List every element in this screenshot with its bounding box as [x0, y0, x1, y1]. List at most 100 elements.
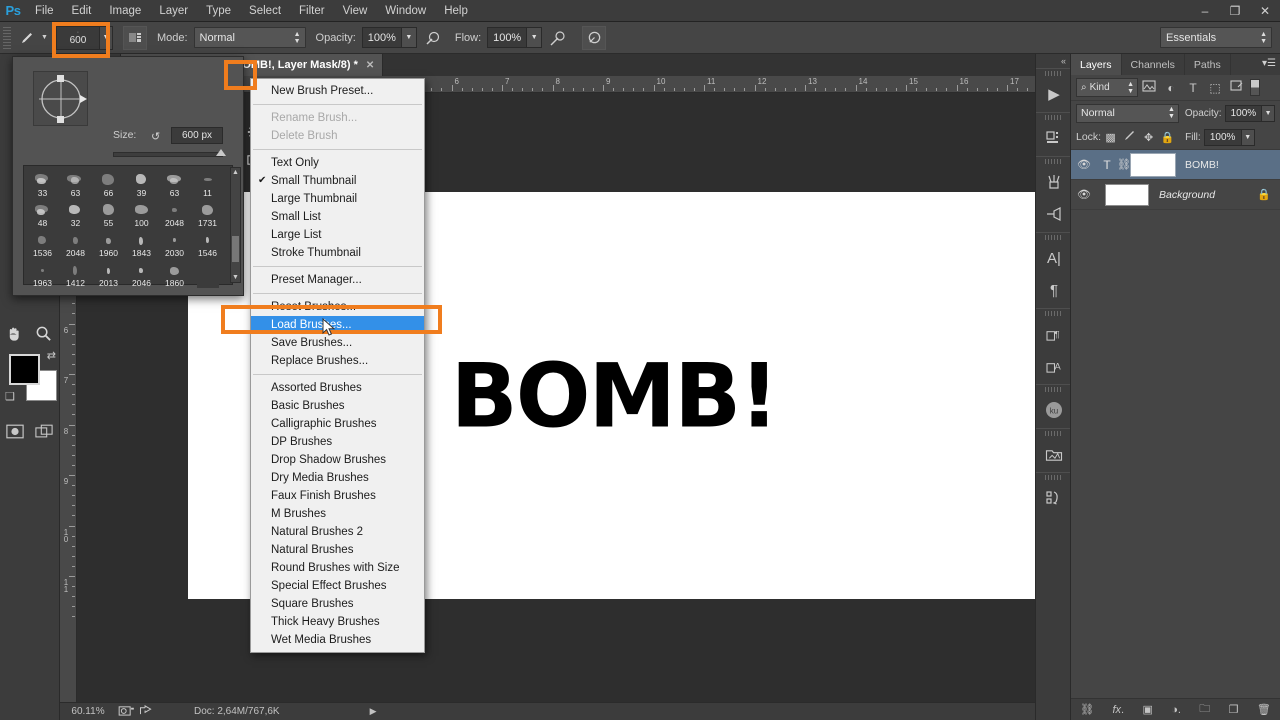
menu-item-small-thumbnail[interactable]: ✔Small Thumbnail — [251, 172, 424, 190]
rail-grip[interactable] — [1045, 387, 1061, 392]
fill-dropdown-icon[interactable]: ▼ — [1242, 129, 1255, 146]
menu-item-new-brush-preset[interactable]: New Brush Preset... — [251, 82, 424, 100]
paragraph-styles-icon[interactable]: A — [1036, 350, 1072, 382]
menu-item-thick-heavy-brushes[interactable]: Thick Heavy Brushes — [251, 613, 424, 631]
status-expand-icon[interactable]: ▶ — [370, 706, 377, 717]
menu-item-text-only[interactable]: Text Only — [251, 154, 424, 172]
layer-name[interactable]: Background — [1159, 189, 1215, 201]
layer-visibility-icon[interactable]: 👁 — [1071, 158, 1097, 171]
adjustment-icon[interactable]: ◑. — [1171, 704, 1181, 716]
brush-preset-cell[interactable]: 39 — [125, 168, 158, 198]
menu-item-large-thumbnail[interactable]: Large Thumbnail — [251, 190, 424, 208]
quick-mask-icon[interactable] — [0, 418, 30, 444]
link-icon[interactable]: ⛓ — [1080, 703, 1094, 716]
brush-size-input[interactable]: 600 px — [171, 127, 223, 144]
flow-dropdown-icon[interactable]: ▼ — [527, 27, 542, 48]
brush-preset-cell[interactable]: 66 — [92, 168, 125, 198]
filter-shape-icon[interactable]: ⬚ — [1204, 81, 1226, 95]
airbrush-toggle-icon[interactable] — [123, 26, 147, 50]
brush-presets-grid[interactable]: 3363663963114832551002048173115362048196… — [23, 165, 233, 285]
menu-item-wet-media-brushes[interactable]: Wet Media Brushes — [251, 631, 424, 649]
menu-item-dp-brushes[interactable]: DP Brushes — [251, 433, 424, 451]
play-icon[interactable]: ▶ — [1036, 78, 1072, 110]
fill-value[interactable]: 100% — [1204, 129, 1242, 146]
close-button[interactable]: ✕ — [1250, 0, 1280, 22]
menu-item-square-brushes[interactable]: Square Brushes — [251, 595, 424, 613]
brush-preset-cell[interactable]: 100 — [125, 198, 158, 228]
brush-preset-cell[interactable]: 1546 — [191, 228, 224, 258]
opacity-dropdown-icon[interactable]: ▼ — [402, 27, 417, 48]
group-icon[interactable]: 🗀 — [1199, 700, 1210, 719]
lock-image-icon[interactable] — [1120, 130, 1139, 145]
tab-paths[interactable]: Paths — [1185, 54, 1231, 75]
brush-preset-cell[interactable]: 55 — [92, 198, 125, 228]
menu-item-assorted-brushes[interactable]: Assorted Brushes — [251, 379, 424, 397]
menu-item-basic-brushes[interactable]: Basic Brushes — [251, 397, 424, 415]
share-icon[interactable] — [136, 705, 156, 719]
brush-preset-cell[interactable]: 2030 — [158, 228, 191, 258]
menu-select[interactable]: Select — [240, 0, 290, 22]
mini-bridge-icon[interactable] — [1036, 438, 1072, 470]
brush-size-preview[interactable]: · 600 — [56, 26, 100, 50]
lock-position-icon[interactable]: ✥ — [1139, 131, 1158, 144]
hand-tool-icon[interactable] — [0, 320, 29, 346]
brush-preset-cell[interactable]: 1860 — [158, 258, 191, 288]
brush-preset-cell[interactable]: 1536 — [26, 228, 59, 258]
brush-tool-icon[interactable] — [14, 27, 40, 49]
menu-image[interactable]: Image — [100, 0, 150, 22]
scroll-up-icon[interactable]: ▲ — [231, 169, 240, 176]
table-row[interactable]: 👁 Background 🔒 — [1071, 180, 1280, 210]
filter-pixel-icon[interactable] — [1138, 80, 1160, 95]
lock-all-icon[interactable]: 🔒 — [1158, 131, 1177, 144]
workspace-selector[interactable]: Essentials ▲▼ — [1160, 27, 1272, 48]
rail-grip[interactable] — [1045, 431, 1061, 436]
flow-value[interactable]: 100% — [487, 27, 527, 48]
menu-item-load-brushes[interactable]: Load Brushes... — [251, 316, 424, 334]
foreground-color-swatch[interactable] — [9, 354, 40, 385]
menu-file[interactable]: File — [26, 0, 63, 22]
menu-item-stroke-thumbnail[interactable]: Stroke Thumbnail — [251, 244, 424, 262]
brush-preset-cell[interactable]: 2046 — [125, 258, 158, 288]
brush-preset-cell[interactable]: 11 — [191, 168, 224, 198]
menu-item-drop-shadow-brushes[interactable]: Drop Shadow Brushes — [251, 451, 424, 469]
table-row[interactable]: 👁 T ⛓ BOMB! — [1071, 150, 1280, 180]
layer-thumbnail[interactable] — [1105, 184, 1149, 206]
menu-item-special-effect-brushes[interactable]: Special Effect Brushes — [251, 577, 424, 595]
menu-view[interactable]: View — [334, 0, 377, 22]
layer-opacity-dropdown-icon[interactable]: ▼ — [1262, 105, 1275, 122]
menu-item-dry-media-brushes[interactable]: Dry Media Brushes — [251, 469, 424, 487]
character-icon[interactable]: A| — [1036, 242, 1072, 274]
brush-preset-caret-icon[interactable]: ▼ — [41, 34, 48, 41]
filter-kind-select[interactable]: ⌕ Kind ▲▼ — [1076, 78, 1138, 97]
timeline-icon[interactable] — [1036, 482, 1072, 514]
menu-item-calligraphic-brushes[interactable]: Calligraphic Brushes — [251, 415, 424, 433]
brush-grid-scrollbar[interactable]: ▲ ▼ — [230, 167, 241, 283]
options-bar-grip[interactable] — [3, 27, 11, 49]
scroll-down-icon[interactable]: ▼ — [231, 274, 240, 281]
brush-preset-cell[interactable]: 63 — [158, 168, 191, 198]
brush-preset-cell[interactable]: 1843 — [125, 228, 158, 258]
layer-mask-thumbnail[interactable] — [1131, 154, 1175, 176]
zoom-level[interactable]: 60.11% — [60, 706, 116, 717]
menu-item-round-brushes-with-size[interactable]: Round Brushes with Size — [251, 559, 424, 577]
brush-preset-cell[interactable]: 32 — [59, 198, 92, 228]
rail-grip[interactable] — [1045, 311, 1061, 316]
minimize-button[interactable]: – — [1190, 0, 1220, 22]
menu-help[interactable]: Help — [435, 0, 477, 22]
brush-preset-cell[interactable]: 63 — [59, 168, 92, 198]
screen-mode-icon[interactable] — [30, 418, 60, 444]
paragraph-icon[interactable]: ¶ — [1036, 274, 1072, 306]
airbrush-icon[interactable] — [546, 26, 570, 50]
rail-grip[interactable] — [1045, 71, 1061, 76]
opacity-value[interactable]: 100% — [362, 27, 402, 48]
menu-type[interactable]: Type — [197, 0, 240, 22]
menu-item-natural-brushes-2[interactable]: Natural Brushes 2 — [251, 523, 424, 541]
menu-item-faux-finish-brushes[interactable]: Faux Finish Brushes — [251, 487, 424, 505]
tab-channels[interactable]: Channels — [1122, 54, 1185, 75]
lock-transparency-icon[interactable]: ▩ — [1101, 131, 1120, 144]
filter-type-icon[interactable]: T — [1182, 81, 1204, 95]
rail-grip[interactable] — [1045, 475, 1061, 480]
brush-preset-cell[interactable]: 1731 — [191, 198, 224, 228]
collapse-panels-icon[interactable]: « — [1036, 54, 1070, 68]
filter-smart-icon[interactable] — [1226, 80, 1248, 95]
